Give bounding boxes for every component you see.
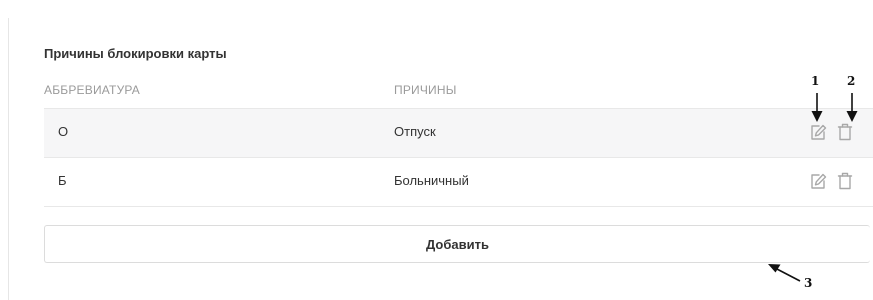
table-header: АББРЕВИАТУРА ПРИЧИНЫ bbox=[44, 74, 873, 109]
abbreviation-cell: О bbox=[58, 124, 69, 139]
callout-2-label: 2 bbox=[847, 74, 856, 88]
callout-3-arrow-icon bbox=[768, 264, 801, 282]
add-button[interactable]: Добавить bbox=[44, 225, 870, 263]
trash-icon[interactable] bbox=[836, 171, 854, 191]
callout-2-arrow-icon bbox=[846, 93, 858, 122]
callout-3-label: 3 bbox=[804, 276, 813, 290]
section-title: Причины блокировки карты bbox=[44, 46, 227, 61]
table-row: Б Больничный bbox=[44, 158, 873, 207]
column-header-abbreviation: АББРЕВИАТУРА bbox=[44, 83, 141, 97]
row-actions bbox=[809, 122, 859, 142]
table-row: О Отпуск bbox=[44, 109, 873, 158]
callout-1-arrow-icon bbox=[811, 93, 823, 122]
callout-1-label: 1 bbox=[811, 74, 820, 88]
column-header-reasons: ПРИЧИНЫ bbox=[394, 83, 457, 97]
row-actions bbox=[809, 171, 859, 191]
reason-cell: Отпуск bbox=[394, 124, 436, 139]
edit-icon[interactable] bbox=[809, 171, 827, 191]
edit-icon[interactable] bbox=[809, 122, 827, 142]
trash-icon[interactable] bbox=[836, 122, 854, 142]
reason-cell: Больничный bbox=[394, 173, 469, 188]
block-reasons-panel: Причины блокировки карты АББРЕВИАТУРА ПР… bbox=[44, 0, 873, 300]
abbreviation-cell: Б bbox=[58, 173, 67, 188]
left-divider bbox=[8, 18, 9, 300]
